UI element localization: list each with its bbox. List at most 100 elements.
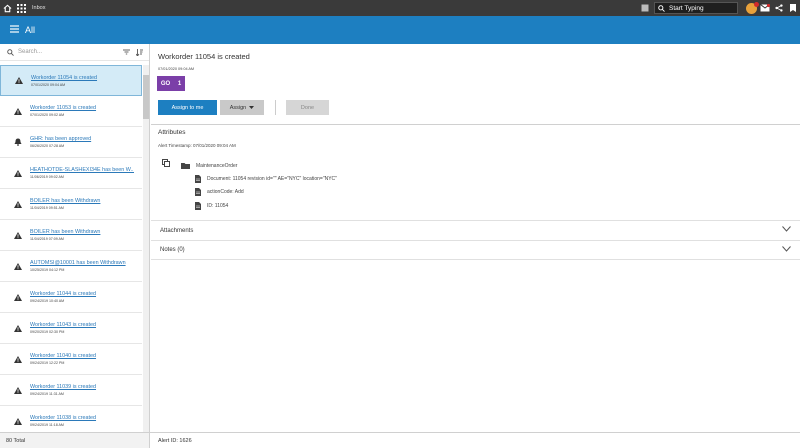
list-item[interactable]: AUTOMSI@10001 has been Withdrawn 10/25/20… — [0, 251, 142, 282]
list-item[interactable]: Workorder 11044 is created 09/24/2019 10:… — [0, 282, 142, 313]
list-item-time: 09/24/2019 11:31 AM — [30, 392, 64, 396]
list-item[interactable]: BOILER has been Withdrawn 11/04/2019 09:5… — [0, 189, 142, 220]
assign-to-me-button[interactable]: Assign to me — [158, 100, 217, 115]
list-item[interactable]: Workorder 11038 is created 09/24/2019 11:… — [0, 406, 142, 432]
list-item-title[interactable]: Workorder 11043 is created — [30, 322, 134, 328]
assign-button-label: Assign — [229, 104, 247, 111]
list-item-title[interactable]: GHR: has been approved — [30, 136, 134, 142]
page-title: All — [25, 25, 36, 35]
list-item-title[interactable]: Workorder 11044 is created — [30, 291, 134, 297]
list-scrollbar[interactable] — [143, 65, 149, 432]
list-item[interactable]: Workorder 11054 is created 07/01/2020 09:… — [0, 65, 142, 96]
list-item-title[interactable]: Workorder 11039 is created — [30, 384, 134, 390]
list-item[interactable]: BOILER has been Withdrawn 11/04/2019 07:0… — [0, 220, 142, 251]
list-item[interactable]: Workorder 11039 is created 09/24/2019 11:… — [0, 375, 142, 406]
top-bar: Inbox Start Typing — [0, 0, 800, 16]
attributes-heading: Attributes — [158, 129, 186, 136]
share-icon[interactable] — [772, 0, 786, 16]
alert-detail-panel: Workorder 11054 is created 07/01/2020 09… — [151, 44, 800, 432]
list-item[interactable]: HEATHOTDE-SLASHEXI34E has been W... 11/06… — [0, 158, 142, 189]
list-item-title[interactable]: Workorder 11038 is created — [30, 415, 134, 421]
document-icon — [195, 188, 201, 196]
divider — [151, 124, 800, 125]
list-item-time: 07/01/2020 09:02 AM — [30, 113, 65, 117]
tree-node-label: actionCode: Add — [207, 189, 244, 195]
warning-icon — [14, 107, 22, 115]
warning-icon — [14, 355, 22, 363]
list-item[interactable]: Workorder 11053 is created 07/01/2020 09:… — [0, 96, 142, 127]
warning-icon — [14, 417, 22, 425]
search-icon — [7, 48, 14, 56]
tree-node[interactable]: actionCode: Add — [195, 188, 244, 196]
warning-icon — [14, 231, 22, 239]
home-icon[interactable] — [0, 0, 14, 16]
status-badge-count: 1 — [177, 80, 182, 87]
footer-bar: 80 Total Alert ID: 1626 — [0, 432, 800, 448]
list-item-title[interactable]: Workorder 11053 is created — [30, 105, 134, 111]
tree-root[interactable]: MaintenanceOrder — [181, 162, 237, 169]
alert-list: Workorder 11054 is created 07/01/2020 09:… — [0, 65, 142, 432]
attachments-label: Attachments — [160, 227, 194, 234]
folder-icon — [181, 163, 190, 169]
list-item-time: 07/01/2020 09:04 AM — [31, 82, 66, 87]
list-scrollbar-thumb[interactable] — [143, 75, 149, 119]
list-item-time: 09/24/2019 11:18 AM — [30, 423, 64, 427]
list-item-title[interactable]: BOILER has been Withdrawn — [30, 198, 134, 204]
warning-icon — [14, 386, 22, 394]
list-item-title[interactable]: AUTOMSI@10001 has been Withdrawn — [30, 260, 134, 266]
status-badge-label: GO — [160, 80, 171, 87]
list-item-time: 09/24/2019 10:40 AM — [30, 299, 65, 303]
global-search-input[interactable]: Start Typing — [654, 2, 738, 14]
alert-timestamp: Alert Timestamp: 07/01/2020 09:04 AM — [158, 143, 236, 148]
list-item-title[interactable]: Workorder 11054 is created — [31, 75, 135, 81]
warning-icon — [15, 77, 23, 84]
app-title: Inbox — [32, 5, 46, 11]
global-search-placeholder: Start Typing — [669, 4, 704, 12]
apps-grid-icon[interactable] — [14, 0, 28, 16]
mail-icon[interactable] — [758, 0, 772, 16]
button-divider — [275, 100, 276, 115]
status-badge[interactable]: GO 1 — [157, 76, 185, 91]
filter-icon[interactable] — [123, 49, 130, 55]
stop-icon[interactable] — [638, 0, 652, 16]
sort-icon[interactable] — [136, 48, 143, 56]
alert-id: Alert ID: 1626 — [158, 437, 192, 444]
tree-node[interactable]: ID: 11054 — [195, 202, 228, 210]
list-item-title[interactable]: Workorder 11040 is created — [30, 353, 134, 359]
list-item-time: 09/20/2019 02:30 PM — [30, 330, 65, 334]
bookmark-icon[interactable] — [786, 0, 800, 16]
notifications-icon[interactable] — [744, 0, 759, 16]
list-item-time: 10/25/2019 04:12 PM — [30, 268, 65, 272]
notes-section[interactable]: Notes (0) — [151, 240, 800, 260]
tree-node[interactable]: Document: 11054 revision id="" AE="NYC" … — [195, 175, 337, 183]
assign-button[interactable]: Assign — [220, 100, 264, 115]
list-item[interactable]: Workorder 11043 is created 09/20/2019 02:… — [0, 313, 142, 344]
warning-icon — [14, 200, 22, 208]
tree-root-label: MaintenanceOrder — [196, 162, 238, 169]
chevron-down-icon — [782, 246, 791, 252]
total-count: 80 Total — [0, 432, 150, 448]
page-header: All — [0, 16, 800, 44]
list-item-title[interactable]: HEATHOTDE-SLASHEXI34E has been W... — [30, 167, 134, 173]
list-item-time: 09/24/2019 12:22 PM — [30, 361, 65, 365]
list-item[interactable]: Workorder 11040 is created 09/24/2019 12:… — [0, 344, 142, 375]
warning-icon — [14, 324, 22, 332]
list-item-title[interactable]: BOILER has been Withdrawn — [30, 229, 134, 235]
attachments-section[interactable]: Attachments — [151, 220, 800, 240]
warning-icon — [14, 262, 22, 270]
done-button[interactable]: Done — [286, 100, 329, 115]
list-search-input[interactable]: Search... — [18, 49, 123, 55]
copy-icon[interactable] — [162, 159, 170, 169]
search-icon — [658, 4, 665, 12]
document-icon — [195, 175, 201, 183]
tree-node-label: ID: 11054 — [207, 203, 229, 209]
chevron-down-icon — [782, 226, 791, 232]
document-icon — [195, 202, 201, 210]
list-item-time: 06/26/2020 07:28 AM — [30, 144, 65, 148]
list-item-time: 11/04/2019 09:51 AM — [30, 206, 64, 210]
detail-title: Workorder 11054 is created — [158, 52, 250, 61]
list-item[interactable]: GHR: has been approved 06/26/2020 07:28 A… — [0, 127, 142, 158]
menu-icon[interactable] — [10, 25, 19, 35]
warning-icon — [14, 293, 22, 301]
list-item-time: 11/06/2019 09:02 AM — [30, 175, 64, 179]
